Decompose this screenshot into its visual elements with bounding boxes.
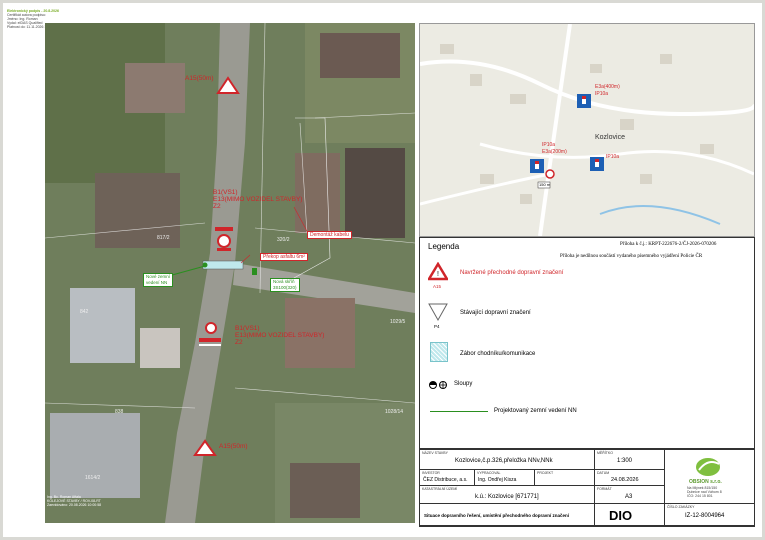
legend-item-label: Projektovaný zemní vedení NN [494,408,577,414]
legend-item-label: Zábor chodníku/komunikace [460,351,536,357]
overview-map-drawing [420,24,754,236]
tb-investor: ČEZ Distribuce, a.s. [423,477,468,483]
tb-code: DIO [609,508,633,523]
tb-investor-cell: INVESTOR ČEZ Distribuce, a.s. [420,470,475,486]
sign-code: Z2 [235,339,243,346]
pole-icon [429,381,447,389]
legend-item-label: Sloupy [454,381,473,387]
sign-code: E13(MIMO VOZIDEL STAVBY) [235,332,325,339]
parcel-number: 842 [80,309,89,315]
sign-code: B1(VS1) [213,189,238,196]
tb-caption: VYPRACOVAL [477,471,501,475]
road-sign-icon [530,159,544,173]
road-sign-icon [590,157,604,171]
tb-company-cell: OBSION s.r.o. Na Mlýnek 815/150 Dubnice … [665,450,754,504]
tb-caption: NÁZEV STAVBY [422,451,448,455]
give-way-sign-icon [428,303,448,322]
sign-code: E13(MIMO VOZIDEL STAVBY) [213,196,303,203]
tb-company: OBSION s.r.o. [689,479,722,485]
tb-code-cell: DIO [595,504,665,526]
legend-title: Legenda [428,242,460,251]
tb-caption: KATASTRÁLNÍ ÚZEMÍ [422,487,458,491]
tb-name-cell: NÁZEV STAVBY Kozlovice,č.p.326,přeložka … [420,450,595,470]
tb-cadastre-cell: KATASTRÁLNÍ ÚZEMÍ k.ú.: Kozlovice [67177… [420,486,595,504]
tb-caption: DATUM [597,471,610,475]
callout-line: vedení NN [146,280,168,285]
legend-item-label: Navržené přechodné dopravní značení [460,270,564,276]
road-sign-icon [577,94,591,108]
tb-author: Ing. Ondřej Kisza [478,477,517,483]
tb-check-cell: PROJEKT [535,470,595,486]
registration-stamp: Ing. Bc. Roman Aftala KOLEJOVÉ STAVBY / … [47,495,101,507]
tb-date: 24.08.2026 [611,477,639,483]
map-sign-label: IP10a [542,142,556,148]
callout-line: 3S100(320) [273,285,297,290]
tb-scale-cell: MĚŘÍTKO 1:300 [595,450,665,470]
legend-panel: Legenda Příloha k č.j.: KRPT-222676-2/ČJ… [419,237,755,449]
tb-company-address: Na Mlýnek 815/150 Dubnice nad Váhom 8 IČ… [687,486,722,498]
title-block: NÁZEV STAVBY Kozlovice,č.p.326,přeložka … [419,449,755,527]
parcel-number: 1029/5 [390,319,406,325]
tb-date-cell: DATUM 24.08.2026 [595,470,665,486]
map-sign-label: E3a(400m) [595,84,620,90]
stamp-line: Zaevidováno: 20.08.2026 10:00:58 [47,503,102,507]
nova-skrin-callout: Nová skříň 3S100(320) [270,278,300,292]
svg-text:!: ! [437,271,439,278]
town-name: Kozlovice [595,134,625,141]
sign-code: Z2 [213,203,221,210]
legend-item-label: Stávající dopravní značení [460,310,531,316]
tb-number: IZ-12-8004964 [685,513,725,519]
tb-number-cell: ČÍSLO ZAKÁZKY IZ-12-8004964 [665,504,754,526]
map-scale: 150 m [539,182,551,187]
map-sign-label: IP10a [595,91,609,97]
overview-map[interactable]: Kozlovice E3a(400m) IP10a IP10a E3a(200m… [419,23,755,237]
legend-code: P4 [434,324,440,329]
legend-note: Příloha je nedílnou součástí vydaného pí… [560,254,703,259]
sign-label: A15(50m) [219,443,248,450]
hatch-swatch [430,342,448,362]
tb-description-cell: Situace dopravního řešení, umístění přec… [420,504,595,526]
drawing-sheet: Elektronický podpis - 20.8.2026 Certifik… [3,3,762,537]
aerial-photo[interactable]: A15(50m) A15(50m) B1(VS1) E13(MIMO VOZID… [45,23,415,523]
tb-caption: ČÍSLO ZAKÁZKY [667,505,695,509]
sign-label: A15(50m) [185,75,214,82]
legend-reference: Příloha k č.j.: KRPT-222676-2/ČJ-2026-07… [620,242,717,247]
tb-format: A3 [625,494,633,500]
tb-caption: MĚŘÍTKO [597,451,613,455]
company-logo-icon [696,458,720,476]
tb-scale: 1:300 [617,458,633,464]
tb-name: Kozlovice,č.p.326,přeložka NNv,NNk [455,458,553,464]
legend-code: A15 [433,284,442,289]
parcel-number: 1614/2 [85,475,101,481]
tb-caption: INVESTOR [422,471,440,475]
tb-caption: PROJEKT [537,471,554,475]
parcel-number: 817/2 [157,235,170,241]
tb-cadastre: k.ú.: Kozlovice [671771] [475,494,539,500]
prekop-callout: Překop asfaltu 6m² [260,253,308,261]
tb-author-cell: VYPRACOVAL Ing. Ondřej Kisza [475,470,535,486]
sign-group-label: B1(VS1) E13(MIMO VOZIDEL STAVBY) Z2 [235,325,324,346]
parcel-number: 1028/14 [385,409,404,415]
green-line-swatch [430,411,488,412]
demontaz-callout: Demontáž kabelu [307,231,352,239]
map-sign-label: IP10a [606,154,620,160]
sign-code: B1(VS1) [235,325,260,332]
warning-sign-icon: ! [428,262,448,281]
parcel-number: 320/2 [277,237,290,243]
map-sign-label: E3a(200m) [542,149,567,155]
nove-vedeni-callout: Nové zemní vedení NN [143,273,174,287]
address-line: IČO: 244 15 801 [687,494,713,498]
tb-description: Situace dopravního řešení, umístění přec… [424,513,570,518]
tb-format-cell: FORMÁT A3 [595,486,665,504]
sign-group-label: B1(VS1) E13(MIMO VOZIDEL STAVBY) Z2 [213,189,302,210]
tb-caption: FORMÁT [597,487,612,491]
parcel-number: 838 [115,409,124,415]
